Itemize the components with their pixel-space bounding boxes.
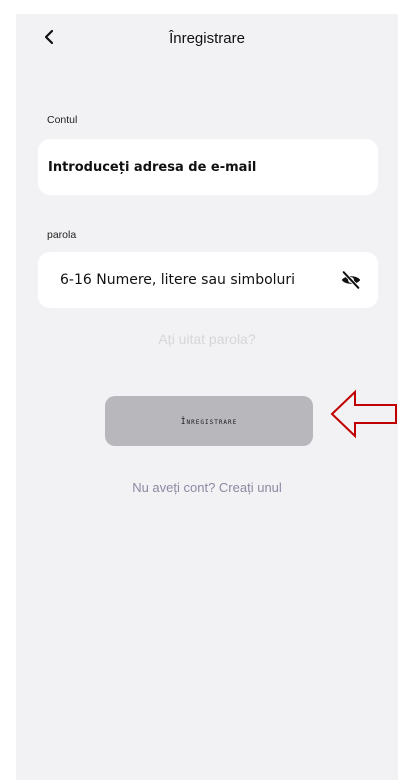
password-label: parola — [47, 229, 77, 241]
register-button[interactable]: Înregistrare — [105, 396, 313, 446]
page-title: Înregistrare — [169, 30, 245, 47]
account-label: Contul — [47, 114, 78, 126]
email-input[interactable] — [38, 139, 378, 195]
eye-slash-icon — [341, 270, 361, 290]
arrow-left-annotation — [330, 389, 397, 439]
create-account-link[interactable]: Nu aveți cont? Creați unul — [16, 480, 398, 495]
forgot-password-link[interactable]: Ați uitat parola? — [16, 331, 398, 347]
header-bar: Înregistrare — [16, 14, 398, 64]
password-input[interactable] — [38, 252, 378, 308]
password-field-container — [38, 252, 378, 308]
toggle-password-visibility-button[interactable] — [340, 269, 362, 291]
email-field-container — [38, 139, 378, 195]
